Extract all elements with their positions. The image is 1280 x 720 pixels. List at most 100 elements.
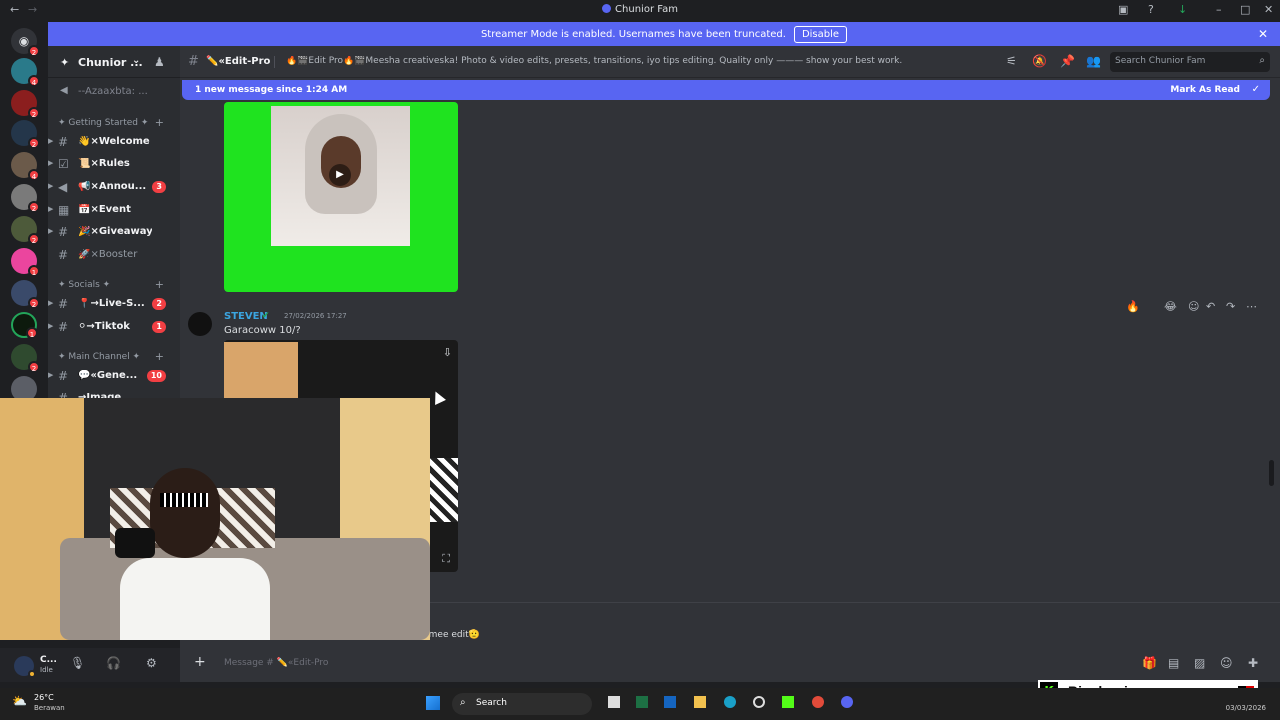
headphones-icon[interactable]: 🎧 xyxy=(106,656,121,670)
avatar[interactable] xyxy=(188,312,212,336)
user-name: C... xyxy=(40,655,57,665)
sidebar-item-welcome[interactable]: ▶ # 👋×Welcome xyxy=(48,132,180,152)
download-icon[interactable]: ↓ xyxy=(1178,3,1187,16)
message-input[interactable]: Message # ✏️«Edit-Pro xyxy=(224,658,328,668)
taskbar-search[interactable]: ⌕ Search xyxy=(452,693,592,715)
laugh-reaction-icon[interactable]: 😂 xyxy=(1164,300,1177,313)
sidebar-item-live-streams[interactable]: ▶ # 📍→Live-S... 2 xyxy=(48,294,180,314)
disable-streamer-button[interactable]: Disable xyxy=(793,25,848,43)
server-icon[interactable]: 4 xyxy=(11,58,40,87)
mention-count-badge: 10 xyxy=(146,370,166,382)
caret-icon: ▶ xyxy=(48,182,54,190)
add-channel-icon[interactable]: + xyxy=(155,278,164,291)
channel-topic[interactable]: 🔥🎬Edit Pro🔥🎬Meesha creativeska! Photo & … xyxy=(286,56,998,66)
fullscreen-icon[interactable]: ⛶ xyxy=(442,552,450,566)
idle-status-icon xyxy=(28,670,36,678)
new-messages-bar[interactable]: 1 new message since 1:24 AM Mark As Read… xyxy=(182,80,1270,100)
server-icon[interactable]: 2 xyxy=(11,184,40,213)
megaphone-icon: ◀ xyxy=(58,180,68,194)
video-thumbnail xyxy=(224,342,298,400)
forward-icon[interactable]: ↷ xyxy=(1226,300,1235,313)
direct-messages-icon[interactable]: ◉ 2 xyxy=(11,28,40,57)
sidebar-item-event[interactable]: ▶ ▦ 📅×Event xyxy=(48,200,180,220)
close-window-icon[interactable]: ✕ xyxy=(1264,3,1273,16)
server-icon[interactable]: 1 xyxy=(11,312,38,339)
guild-header[interactable]: ✦ Chunior ... ⌄ ♟ xyxy=(48,46,180,78)
excel-icon[interactable] xyxy=(636,696,648,708)
mention-count-badge: 2 xyxy=(152,298,166,310)
download-icon[interactable]: ⇩ xyxy=(443,346,452,359)
pin-icon[interactable]: 📌 xyxy=(1060,54,1075,68)
caret-icon: ▶ xyxy=(48,227,54,235)
category-socials[interactable]: ✦ Socials ✦ xyxy=(58,280,110,290)
task-view-icon[interactable] xyxy=(608,696,620,708)
attach-plus-icon[interactable]: + xyxy=(194,654,206,670)
microphone xyxy=(115,528,155,558)
windows-start-icon[interactable] xyxy=(426,696,440,710)
apps-icon[interactable]: ✚ xyxy=(1248,656,1258,670)
close-banner-icon[interactable]: ✕ xyxy=(1258,27,1268,41)
video-attachment[interactable]: ▶ xyxy=(224,102,458,292)
scrollbar[interactable] xyxy=(1269,460,1274,486)
voice-channel-label: --Azaaxbta: ... xyxy=(78,86,148,97)
voice-channel[interactable]: ◀ --Azaaxbta: ... xyxy=(48,82,180,102)
sidebar-item-announcements[interactable]: ▶ ◀ 📢×Annou... 3 xyxy=(48,177,180,197)
play-icon[interactable]: ▶ xyxy=(329,164,351,186)
add-channel-icon[interactable]: + xyxy=(155,350,164,363)
m365-icon[interactable] xyxy=(664,696,676,708)
kick-icon[interactable] xyxy=(782,696,794,708)
speaker-icon: ◀ xyxy=(60,85,68,96)
new-messages-text: 1 new message since 1:24 AM xyxy=(195,85,348,95)
gif-icon[interactable]: ▤ xyxy=(1168,656,1179,670)
category-getting-started[interactable]: ✦ Getting Started ✦ xyxy=(58,118,148,128)
server-icon[interactable]: 4 xyxy=(11,152,40,181)
more-icon[interactable]: ⋯ xyxy=(1246,300,1257,313)
search-icon: ⌕ xyxy=(460,697,466,708)
add-channel-icon[interactable]: + xyxy=(155,116,164,129)
discord-icon[interactable] xyxy=(841,696,853,708)
inbox-icon[interactable]: ▣ xyxy=(1118,3,1128,16)
server-icon[interactable]: 2 xyxy=(11,90,40,119)
taskbar-date: 03/03/2026 xyxy=(1225,704,1266,712)
server-icon[interactable]: 2 xyxy=(11,120,40,149)
maximize-icon[interactable]: □ xyxy=(1240,3,1250,16)
minimize-icon[interactable]: – xyxy=(1216,3,1222,16)
hash-icon: # xyxy=(58,369,69,383)
search-input[interactable]: Search Chunior Fam ⌕ xyxy=(1110,52,1270,72)
mute-bell-icon[interactable]: 🔕 xyxy=(1032,54,1047,68)
sidebar-item-general[interactable]: ▶ # 💬«Gene... 10 xyxy=(48,366,180,386)
fire-reaction-icon[interactable]: 🔥 xyxy=(1126,300,1140,313)
edge-icon[interactable] xyxy=(724,696,736,708)
server-icon[interactable]: 1 xyxy=(11,248,40,277)
gift-icon[interactable]: 🎁 xyxy=(1142,656,1157,670)
member-list-icon[interactable]: 👥 xyxy=(1086,54,1101,68)
mention-count-badge: 3 xyxy=(152,181,166,193)
channel-label: 📜×Rules xyxy=(78,158,130,169)
sidebar-item-giveaways[interactable]: ▶ # 🎉×Giveaways xyxy=(48,222,180,242)
server-icon[interactable]: 2 xyxy=(11,280,40,309)
channel-label: 📢×Annou... xyxy=(78,181,147,192)
category-main-channel[interactable]: ✦ Main Channel ✦ xyxy=(58,352,140,362)
caret-icon: ▶ xyxy=(48,205,54,213)
server-icon[interactable]: 2 xyxy=(11,216,40,245)
mark-as-read-button[interactable]: Mark As Read xyxy=(1170,85,1240,95)
sidebar-item-tiktok[interactable]: ▶ # ⚪→Tiktok 1 xyxy=(48,317,180,337)
chrome-icon[interactable] xyxy=(812,696,824,708)
sidebar-item-booster[interactable]: # 🚀×Booster xyxy=(48,245,180,265)
obs-icon[interactable] xyxy=(753,696,765,708)
channel-label: ⚪→Tiktok xyxy=(78,321,130,332)
help-icon[interactable]: ? xyxy=(1148,3,1154,16)
weather-icon[interactable]: ⛅ xyxy=(12,694,27,708)
invite-icon[interactable]: ♟ xyxy=(154,55,165,69)
gear-icon[interactable]: ⚙ xyxy=(146,656,157,670)
reply-icon[interactable]: ↶ xyxy=(1206,300,1215,313)
microphone-icon[interactable]: 🎙 xyxy=(70,656,85,670)
add-reaction-icon[interactable]: ☺ xyxy=(1188,300,1199,313)
sticker-icon[interactable]: ▨ xyxy=(1194,656,1205,670)
server-icon[interactable]: 2 xyxy=(11,344,40,373)
file-explorer-icon[interactable] xyxy=(694,696,706,708)
emoji-icon[interactable]: ☺ xyxy=(1220,656,1233,670)
sidebar-item-rules[interactable]: ▶ ☑ 📜×Rules xyxy=(48,154,180,174)
threads-icon[interactable]: ⚟ xyxy=(1006,54,1017,68)
avatar[interactable] xyxy=(14,656,36,678)
